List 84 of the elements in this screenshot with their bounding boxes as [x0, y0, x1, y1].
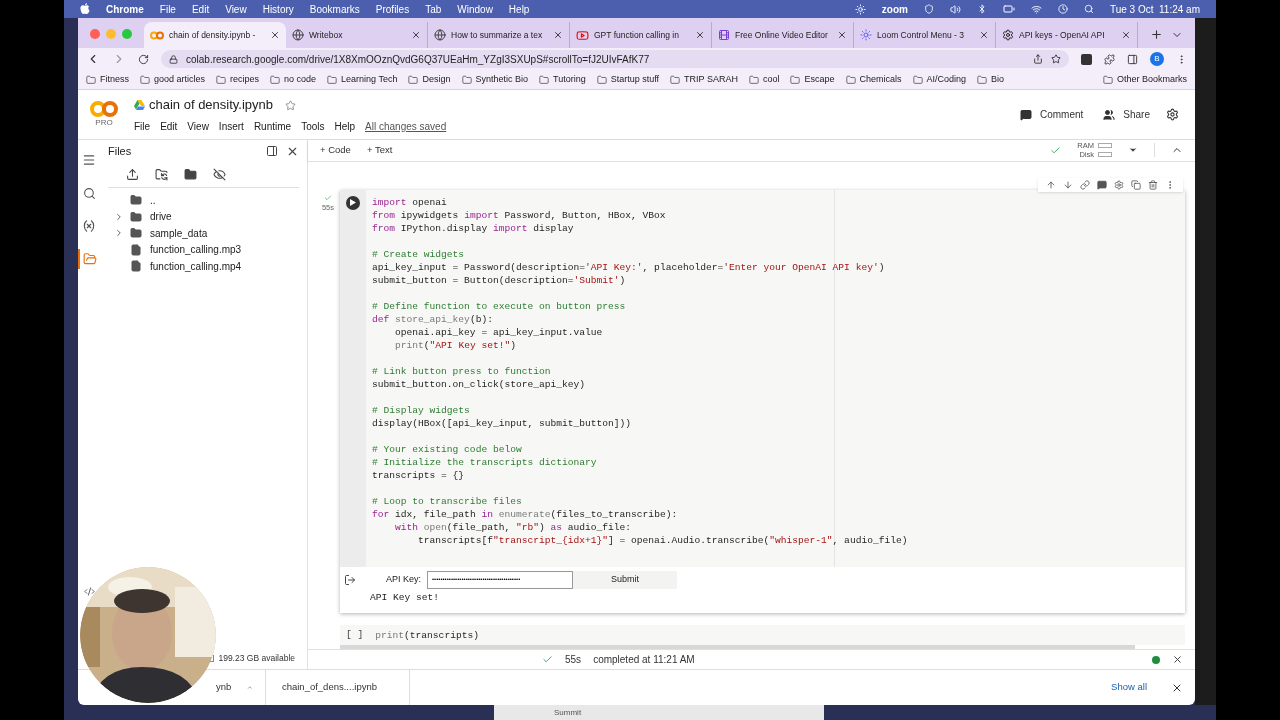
share-button[interactable]: Share: [1103, 107, 1150, 122]
menu-item[interactable]: Runtime: [253, 118, 292, 134]
add-code-button[interactable]: + Code: [320, 143, 351, 158]
code-line: from ipywidgets import Password, Button, HBox, VBox: [372, 208, 666, 222]
bookmark-folder[interactable]: Tutoring: [539, 72, 586, 87]
code-line: transcripts[f"transcript_{idx+1}"] = openai.Audio.transcribe("whisper-1", audio_file): [417, 533, 908, 547]
menu-item[interactable]: History: [262, 1, 294, 17]
bookmark-folder[interactable]: AI/Coding: [912, 72, 967, 87]
profile-avatar[interactable]: B: [1150, 52, 1164, 66]
menu-item[interactable]: Window: [457, 1, 493, 17]
zoom-status-item[interactable]: zoom: [881, 1, 908, 17]
code-line: # Create widgets: [372, 247, 465, 261]
code-line: display(HBox([api_key_input, submit_button])): [372, 416, 632, 430]
bookmark-folder[interactable]: Bio: [977, 72, 1005, 87]
code-line: print(transcripts): [375, 628, 479, 642]
bookmark-folder[interactable]: TRIP SARAH: [670, 72, 738, 87]
menu-item[interactable]: Edit: [160, 118, 178, 134]
field-label: API Key:: [386, 573, 421, 587]
bookmark-folder[interactable]: Synthetic Bio: [461, 72, 529, 87]
status-text: completed at 11:21 AM: [593, 653, 695, 668]
app-menu[interactable]: Chrome: [106, 1, 144, 17]
file-name[interactable]: function_calling.mp4: [150, 258, 242, 274]
code-line: openai.api_key = api_key_input.value: [394, 325, 603, 339]
menu-item[interactable]: File: [159, 1, 176, 17]
menu-item[interactable]: Edit: [191, 1, 210, 17]
bookmark-folder[interactable]: Escape: [790, 72, 835, 87]
file-name[interactable]: sample_data: [150, 225, 208, 241]
menu-item[interactable]: File: [134, 118, 151, 134]
download-item[interactable]: chain_of_dens....ipynb: [266, 669, 410, 705]
code-line: from IPython.display import display: [372, 221, 574, 235]
bookmark-folder[interactable]: cool: [748, 72, 780, 87]
bookmark-folder[interactable]: Other Bookmarks: [1102, 72, 1187, 87]
code-line: # Initialize the transcripts dictionary: [372, 455, 597, 469]
menu-item[interactable]: Help: [508, 1, 530, 17]
code-line: # Display widgets: [372, 403, 470, 417]
browser-tab[interactable]: chain of density.ipynb -: [144, 22, 286, 48]
disk-space-label: 199.23 GB available: [218, 652, 295, 665]
run-cell-button[interactable]: [ ]: [346, 628, 364, 643]
bookmark-folder[interactable]: no code: [270, 72, 317, 87]
panel-title: Files: [108, 143, 133, 159]
code-line: # Your existing code below: [372, 442, 522, 456]
download-item[interactable]: ynb: [216, 669, 266, 705]
file-name[interactable]: function_calling.mp3: [150, 242, 242, 258]
bookmark-folder[interactable]: good articles: [140, 72, 206, 87]
menu-item[interactable]: Profiles: [375, 1, 410, 17]
show-all-button[interactable]: Show all: [1099, 674, 1159, 701]
menu-item[interactable]: View: [225, 1, 247, 17]
bookmark-folder[interactable]: recipes: [216, 72, 260, 87]
menu-item[interactable]: Bookmarks: [309, 1, 360, 17]
menu-item[interactable]: Tools: [301, 118, 325, 134]
add-text-button[interactable]: + Text: [366, 143, 393, 158]
window-title: Summit: [554, 706, 582, 719]
code-line: def store_api_key(b):: [372, 312, 493, 326]
code-line: transcripts = {}: [372, 468, 465, 482]
bookmark-folder[interactable]: Design: [408, 72, 451, 87]
menu-item[interactable]: Help: [334, 118, 356, 134]
file-name[interactable]: drive: [150, 209, 172, 225]
code-line: print("API Key set!"): [394, 338, 516, 352]
menu-item[interactable]: View: [187, 118, 209, 134]
save-status-link[interactable]: All changes saved: [365, 118, 447, 134]
bookmark-folder[interactable]: Startup stuff: [596, 72, 660, 87]
pro-label: PRO: [95, 116, 113, 129]
code-line: submit_button = Button(description='Submit'): [372, 273, 626, 287]
comment-button[interactable]: Comment: [1019, 107, 1084, 122]
bookmark-folder[interactable]: Chemicals: [845, 72, 902, 87]
execution-time: 55s: [565, 653, 582, 668]
file-name[interactable]: ..: [150, 192, 156, 208]
output-text: API Key set!: [370, 590, 441, 605]
notebook-title[interactable]: chain of density.ipynb: [149, 95, 274, 115]
code-line: with open(file_path, "rb") as audio_file:: [394, 520, 632, 534]
submit-button[interactable]: Submit: [573, 570, 677, 589]
code-line: import openai: [372, 195, 447, 209]
code-line: # Define function to execute on button press: [372, 299, 626, 313]
menubar-clock[interactable]: Tue 3 Oct 11:24 am: [1109, 1, 1200, 17]
code-line: # Loop to transcribe files: [372, 494, 522, 508]
code-line: for idx, file_path in enumerate(files_to_transcribe):: [372, 507, 678, 521]
code-line: submit_button.on_click(store_api_key): [372, 377, 586, 391]
menu-item[interactable]: Tab: [425, 1, 442, 17]
code-line: # Link button press to function: [372, 364, 551, 378]
code-line: api_key_input = Password(description='API Key:', placeholder='Enter your OpenAI API key'): [372, 260, 885, 274]
bookmark-folder[interactable]: Fitness: [86, 72, 129, 87]
menu-item[interactable]: Insert: [218, 118, 244, 134]
bookmark-folder[interactable]: Learning Tech: [327, 72, 398, 87]
address-bar[interactable]: colab.research.google.com/drive/1X8XmOOznQvdG6Q37UEaHm_YZgI3SXUpS#scrollTo=fJ2UIvFAfK77: [161, 50, 1069, 68]
